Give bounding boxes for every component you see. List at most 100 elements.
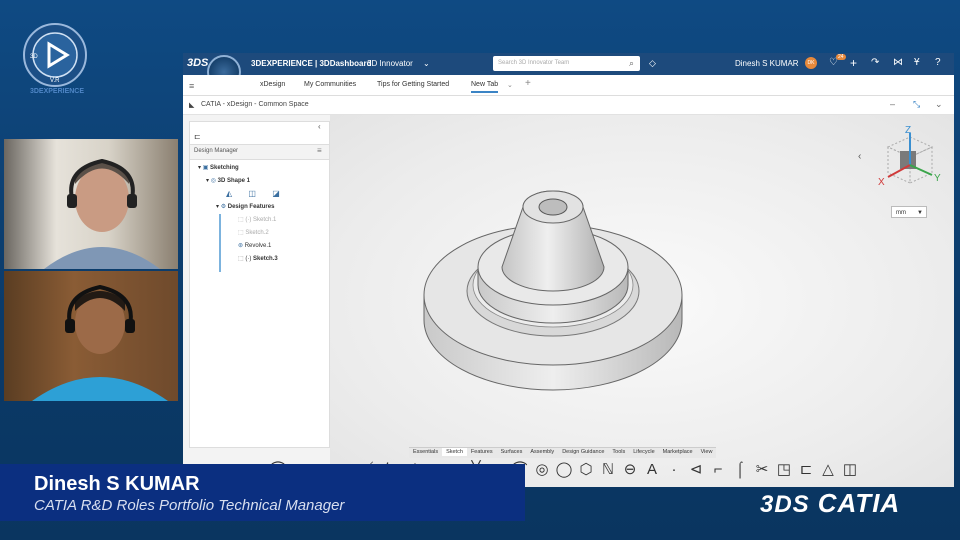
tab-tips[interactable]: Tips for Getting Started bbox=[377, 81, 449, 88]
action-bar-tabs: Essentials Sketch Features Surfaces Assembly… bbox=[409, 447, 717, 458]
catia-logo: 3DS CATIA bbox=[760, 488, 901, 518]
tab-lifecycle[interactable]: Lifecycle bbox=[629, 448, 658, 456]
tab-assembly[interactable]: Assembly bbox=[526, 448, 558, 456]
network-icon[interactable]: ⋈ bbox=[893, 57, 903, 68]
compass-collapse-chevron-icon[interactable]: ‹ bbox=[858, 151, 861, 162]
webcam-participant-1 bbox=[4, 139, 178, 269]
tab-view[interactable]: View bbox=[697, 448, 717, 456]
tree-item-sketch-3[interactable]: ⬚ (·) Sketch.3 bbox=[238, 255, 278, 262]
ellipse-icon[interactable]: ◯ bbox=[553, 460, 575, 478]
3dexperience-compass-logo: 3D V.R bbox=[23, 23, 87, 87]
mirror-icon[interactable]: ◳ bbox=[773, 460, 795, 478]
plane-zx-icon[interactable]: ◪ bbox=[272, 189, 280, 198]
lower-third-banner: Dinesh S KUMAR CATIA R&D Roles Portfolio… bbox=[0, 464, 525, 521]
tab-chevron-down-icon[interactable]: ⌄ bbox=[507, 81, 513, 89]
window-chevron-down-icon[interactable]: ⌄ bbox=[935, 99, 943, 110]
help-icon[interactable]: ? bbox=[935, 57, 941, 68]
tab-sketch[interactable]: Sketch bbox=[442, 448, 467, 456]
tab-xdesign[interactable]: xDesign bbox=[260, 81, 285, 88]
sketch-icon: ⬚ bbox=[238, 230, 244, 236]
add-icon[interactable]: + bbox=[850, 56, 857, 70]
features-icon: ⚙ bbox=[220, 204, 227, 210]
dashboard-tabs: ≡ xDesign My Communities Tips for Gettin… bbox=[183, 75, 954, 96]
tree-item-sketch-1[interactable]: ⬚ (·) Sketch.1 bbox=[238, 216, 276, 223]
tab-features[interactable]: Features bbox=[467, 448, 497, 456]
units-selected: mm bbox=[896, 210, 906, 216]
sketch-icon: ⬚ bbox=[238, 256, 244, 262]
fullscreen-icon[interactable]: ⤡ bbox=[913, 99, 920, 110]
expand-chevron-icon[interactable]: ▾ bbox=[198, 165, 201, 171]
tree-item-sketch-2[interactable]: ⬚ Sketch.2 bbox=[238, 229, 269, 236]
chamfer-icon[interactable]: ⌠ bbox=[729, 461, 751, 478]
axis-y-label: Y bbox=[934, 173, 941, 184]
collapse-panel-chevron-icon[interactable]: ‹ bbox=[318, 122, 321, 131]
svg-text:3D: 3D bbox=[30, 54, 38, 60]
fillet-icon[interactable]: ⌐ bbox=[707, 461, 729, 478]
speaker-name: Dinesh S KUMAR bbox=[34, 473, 200, 495]
speaker-role: CATIA R&D Roles Portfolio Technical Mana… bbox=[34, 497, 345, 514]
tab-tools[interactable]: Tools bbox=[608, 448, 629, 456]
orientation-compass-icon[interactable]: Z X Y bbox=[858, 121, 948, 201]
user-avatar[interactable]: DK bbox=[805, 57, 817, 69]
apps-icon[interactable]: Ұ bbox=[914, 57, 920, 68]
trim-cut-icon[interactable]: ✂ bbox=[751, 460, 773, 478]
slot-icon[interactable]: ⊖ bbox=[619, 460, 641, 478]
catia-app-window: 3DS 3DEXPERIENCE | 3DDashboard 3D Innova… bbox=[183, 53, 954, 487]
point-icon[interactable]: · bbox=[663, 461, 685, 478]
tab-essentials[interactable]: Essentials bbox=[409, 448, 442, 456]
panel-menu-icon[interactable]: ≡ bbox=[317, 146, 322, 155]
axis-z-label: Z bbox=[905, 125, 911, 136]
dashboard-title: 3DEXPERIENCE | 3DDashboard bbox=[251, 59, 372, 68]
text-icon[interactable]: A bbox=[641, 461, 663, 478]
tab-marketplace[interactable]: Marketplace bbox=[659, 448, 697, 456]
search-input[interactable]: Search 3D Innovator Team bbox=[493, 56, 640, 71]
search-icon[interactable]: ⌕ bbox=[629, 58, 634, 69]
compass-vr-label: V.R bbox=[50, 78, 60, 84]
tab-my-communities[interactable]: My Communities bbox=[304, 81, 356, 88]
minimize-icon[interactable]: – bbox=[890, 99, 895, 109]
share-icon[interactable]: ↷ bbox=[871, 57, 879, 68]
hidden-eye-icon[interactable]: (·) bbox=[245, 256, 251, 262]
platform-topbar: 3DS 3DEXPERIENCE | 3DDashboard 3D Innova… bbox=[183, 53, 954, 89]
tree-item-3d-shape[interactable]: ▾ ◎ 3D Shape 1 bbox=[206, 177, 250, 184]
menu-icon[interactable]: ≡ bbox=[189, 81, 194, 91]
expand-chevron-icon[interactable]: ▾ bbox=[216, 204, 219, 210]
corner-icon[interactable]: ⊲ bbox=[685, 460, 707, 478]
tree-item-revolve-1[interactable]: ⊛ Revolve.1 bbox=[238, 242, 271, 249]
project-icon[interactable]: ⊏ bbox=[795, 460, 817, 478]
tab-new-tab[interactable]: New Tab bbox=[471, 81, 499, 93]
3d-viewport[interactable]: Z X Y ‹ bbox=[330, 115, 954, 487]
expand-chevron-icon[interactable]: ▾ bbox=[206, 178, 209, 184]
plane-xy-icon[interactable]: ◭ bbox=[226, 189, 232, 198]
plane-icons: ◭ ◫ ◪ bbox=[226, 189, 280, 198]
notification-badge: 24 bbox=[836, 54, 846, 60]
tab-design-guidance[interactable]: Design Guidance bbox=[558, 448, 608, 456]
tag-icon[interactable]: ◇ bbox=[649, 58, 656, 69]
window-title: CATIA - xDesign - Common Space bbox=[201, 101, 309, 108]
tree-item-sketching[interactable]: ▾ ▣ Sketching bbox=[198, 164, 239, 171]
logo-caption: 3DEXPERIENCE bbox=[29, 88, 85, 95]
history-timeline-bar[interactable] bbox=[219, 214, 221, 272]
role-selector[interactable]: 3D Innovator bbox=[367, 59, 413, 68]
plane-yz-icon[interactable]: ◫ bbox=[248, 189, 256, 198]
spline-icon[interactable]: ℕ bbox=[597, 460, 619, 478]
add-tab-icon[interactable]: + bbox=[525, 78, 531, 89]
cube-icon[interactable]: ◫ bbox=[839, 460, 861, 478]
chevron-down-icon[interactable]: ⌄ bbox=[423, 59, 430, 68]
units-dropdown[interactable]: mm ▼ bbox=[891, 206, 927, 218]
polygon-icon[interactable]: ⬡ bbox=[575, 460, 597, 478]
constraint-icon[interactable]: △ bbox=[817, 460, 839, 478]
circle-icon[interactable]: ◎ bbox=[531, 460, 553, 478]
units-chevron-down-icon: ▼ bbox=[917, 210, 923, 216]
sketching-icon: ▣ bbox=[202, 165, 209, 171]
design-manager-panel: ‹ ⊏ Design Manager ≡ ▾ ▣ Sketching ▾ ◎ 3… bbox=[189, 121, 330, 448]
tree-view-icon[interactable]: ⊏ bbox=[194, 132, 201, 141]
ds-logo-icon[interactable]: 3DS bbox=[187, 57, 208, 69]
user-name[interactable]: Dinesh S KUMAR bbox=[735, 59, 799, 68]
tree-item-design-features[interactable]: ▾ ⚙ Design Features bbox=[216, 203, 274, 210]
hidden-eye-icon[interactable]: (·) bbox=[245, 217, 251, 223]
revolve-icon: ⊛ bbox=[238, 243, 244, 249]
tab-surfaces[interactable]: Surfaces bbox=[497, 448, 527, 456]
app-titlebar: ◣ CATIA - xDesign - Common Space – ⤡ ⌄ bbox=[183, 96, 954, 115]
catia-icon: ◣ bbox=[189, 102, 195, 109]
